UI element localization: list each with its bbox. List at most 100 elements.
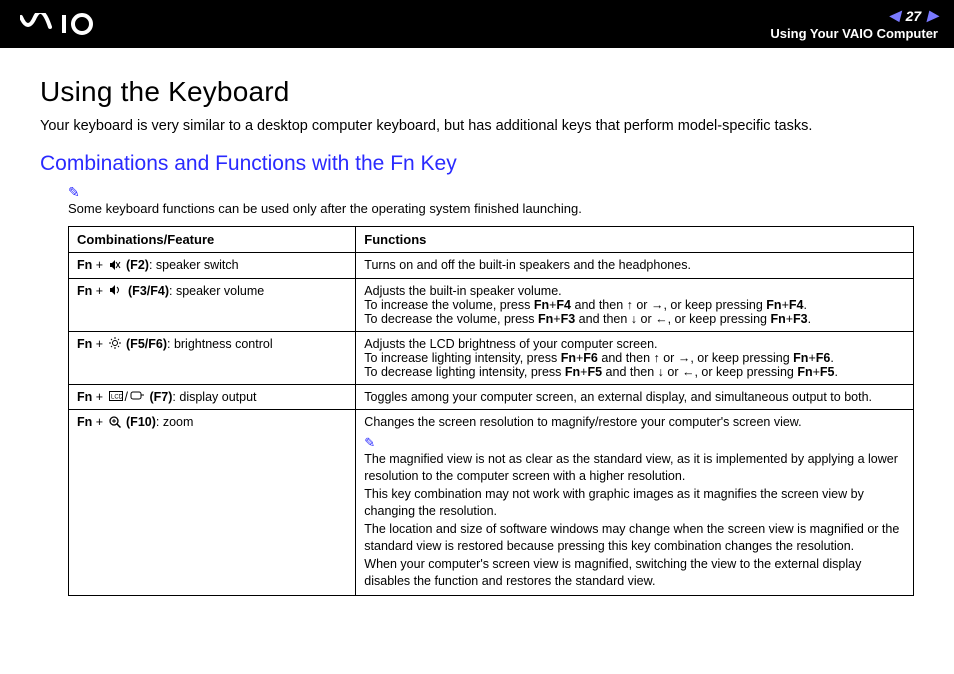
- fn-label: Fn: [77, 415, 92, 429]
- combo-cell: Fn + LCD / (F7): display output: [69, 384, 356, 410]
- func-cell: Turns on and off the built-in speakers a…: [356, 253, 914, 279]
- func-line: To decrease lighting intensity, press: [364, 365, 565, 379]
- note-line: This key combination may not work with g…: [364, 486, 905, 520]
- func-line: Changes the screen resolution to magnify…: [364, 415, 801, 429]
- key-label: (F2): [126, 258, 149, 272]
- prev-page-arrow[interactable]: ◀: [889, 7, 900, 24]
- zoom-icon: [109, 416, 121, 431]
- combo-desc: : speaker volume: [169, 284, 264, 298]
- combo-cell: Fn + (F3/F4): speaker volume: [69, 278, 356, 331]
- intro-text: Your keyboard is very similar to a deskt…: [40, 118, 914, 134]
- fn-label: Fn: [77, 284, 92, 298]
- page-title: Using the Keyboard: [40, 76, 914, 108]
- combo-desc: : speaker switch: [149, 258, 239, 272]
- or-text: or: [637, 312, 655, 326]
- note-line: The magnified view is not as clear as th…: [364, 451, 905, 485]
- header-right: ◀ 27 ▶ Using Your VAIO Computer: [770, 7, 938, 41]
- combo-cell: Fn + (F5/F6): brightness control: [69, 331, 356, 384]
- key-label: Fn: [534, 298, 549, 312]
- left-arrow-icon: ←: [682, 365, 695, 379]
- table-row: Fn + (F10): zoom Changes the screen reso…: [69, 410, 914, 596]
- func-line: , or keep pressing: [663, 298, 766, 312]
- col-header-combo: Combinations/Feature: [69, 227, 356, 253]
- col-header-func: Functions: [356, 227, 914, 253]
- speaker-volume-icon: [109, 284, 123, 298]
- table-row: Fn + LCD / (F7): display output Toggles …: [69, 384, 914, 410]
- key-label: (F10): [126, 415, 156, 429]
- func-cell: Adjusts the LCD brightness of your compu…: [356, 331, 914, 384]
- display-icon: [130, 390, 144, 404]
- svg-text:LCD: LCD: [111, 395, 123, 401]
- func-line: Adjusts the LCD brightness of your compu…: [364, 337, 657, 351]
- right-arrow-icon: →: [651, 298, 664, 312]
- func-line: To increase lighting intensity, press: [364, 351, 560, 365]
- key-label: Fn: [770, 312, 785, 326]
- key-label: (F5/F6): [126, 337, 167, 351]
- key-label: F4: [789, 298, 804, 312]
- note-block: ✎ Some keyboard functions can be used on…: [68, 184, 914, 216]
- key-label: Fn: [766, 298, 781, 312]
- func-line: To increase the volume, press: [364, 298, 534, 312]
- func-cell: Adjusts the built-in speaker volume. To …: [356, 278, 914, 331]
- combo-desc: : brightness control: [167, 337, 273, 351]
- zoom-note: The magnified view is not as clear as th…: [364, 451, 905, 589]
- key-label: F5: [587, 365, 602, 379]
- func-line: and then: [571, 298, 627, 312]
- note-line: When your computer's screen view is magn…: [364, 556, 905, 590]
- func-line: , or keep pressing: [690, 351, 793, 365]
- fn-key-table: Combinations/Feature Functions Fn + (F2)…: [68, 226, 914, 596]
- fn-label: Fn: [77, 390, 92, 404]
- header-bar: ◀ 27 ▶ Using Your VAIO Computer: [0, 0, 954, 48]
- note-icon: ✎: [364, 435, 905, 451]
- func-line: and then: [598, 351, 654, 365]
- func-cell: Toggles among your computer screen, an e…: [356, 384, 914, 410]
- func-line: and then: [575, 312, 631, 326]
- func-line: , or keep pressing: [668, 312, 771, 326]
- key-label: Fn: [538, 312, 553, 326]
- or-text: or: [660, 351, 678, 365]
- note-icon: ✎: [68, 184, 80, 201]
- key-label: (F7): [150, 390, 173, 404]
- key-label: Fn: [565, 365, 580, 379]
- table-row: Fn + (F3/F4): speaker volume Adjusts the…: [69, 278, 914, 331]
- key-label: F4: [556, 298, 571, 312]
- combo-desc: : display output: [172, 390, 256, 404]
- right-arrow-icon: →: [678, 351, 691, 365]
- key-label: Fn: [561, 351, 576, 365]
- combo-cell: Fn + (F10): zoom: [69, 410, 356, 596]
- key-label: F5: [820, 365, 835, 379]
- key-label: F6: [816, 351, 831, 365]
- or-text: or: [664, 365, 682, 379]
- section-heading: Combinations and Functions with the Fn K…: [40, 152, 914, 176]
- or-text: or: [633, 298, 651, 312]
- next-page-arrow[interactable]: ▶: [927, 7, 938, 24]
- fn-label: Fn: [77, 337, 92, 351]
- key-label: Fn: [793, 351, 808, 365]
- combo-desc: : zoom: [156, 415, 194, 429]
- func-line: , or keep pressing: [694, 365, 797, 379]
- key-label: Fn: [797, 365, 812, 379]
- table-row: Fn + (F2): speaker switch Turns on and o…: [69, 253, 914, 279]
- vaio-logo: [20, 13, 120, 35]
- left-arrow-icon: ←: [655, 312, 668, 326]
- key-label: F6: [583, 351, 598, 365]
- combo-cell: Fn + (F2): speaker switch: [69, 253, 356, 279]
- brightness-icon: [109, 337, 121, 352]
- fn-label: Fn: [77, 258, 92, 272]
- func-line: To decrease the volume, press: [364, 312, 538, 326]
- note-text: Some keyboard functions can be used only…: [68, 201, 914, 216]
- note-line: The location and size of software window…: [364, 521, 905, 555]
- func-line: and then: [602, 365, 658, 379]
- table-row: Fn + (F5/F6): brightness control Adjusts…: [69, 331, 914, 384]
- func-line: Adjusts the built-in speaker volume.: [364, 284, 561, 298]
- lcd-icon: LCD: [109, 390, 123, 404]
- speaker-mute-icon: [109, 259, 121, 273]
- page-number: 27: [906, 8, 922, 24]
- key-label: F3: [561, 312, 576, 326]
- key-label: F3: [793, 312, 808, 326]
- func-cell: Changes the screen resolution to magnify…: [356, 410, 914, 596]
- key-label: (F3/F4): [128, 284, 169, 298]
- page-nav: ◀ 27 ▶: [889, 7, 938, 24]
- section-label: Using Your VAIO Computer: [770, 26, 938, 41]
- content: Using the Keyboard Your keyboard is very…: [0, 48, 954, 616]
